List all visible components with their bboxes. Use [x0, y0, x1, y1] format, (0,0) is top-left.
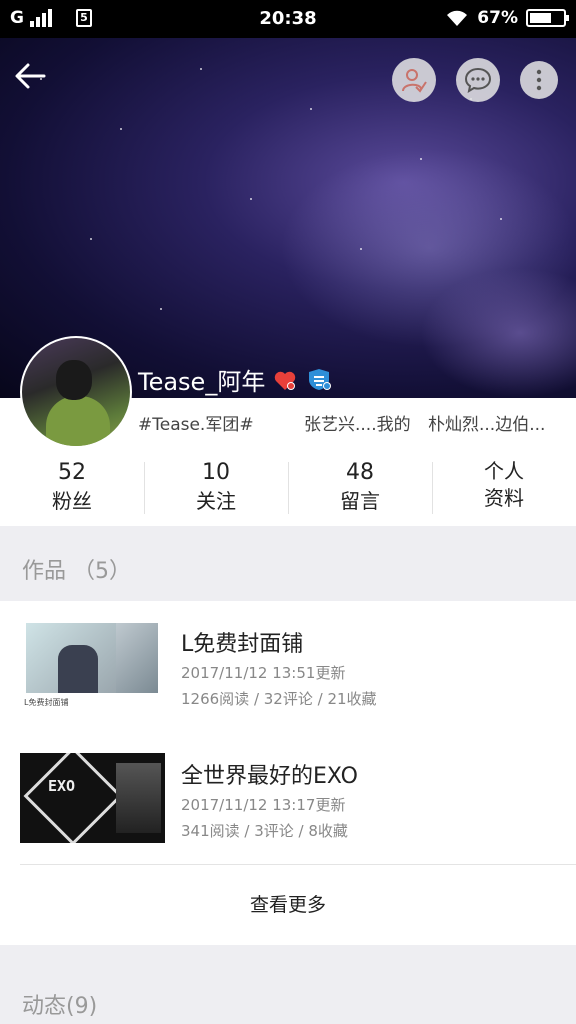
work-title: 全世界最好的EXO	[181, 764, 358, 789]
tag-list: #Tease.军团# 张艺兴....我的 朴灿烈...边伯...	[138, 410, 568, 435]
stat-label: 粉丝	[52, 489, 92, 513]
work-updated: 2017/11/12 13:51更新	[181, 664, 346, 682]
stat-label: 个人	[484, 459, 524, 483]
stat-label: 资料	[484, 486, 524, 510]
work-stats: 1266阅读 / 32评论 / 21收藏	[181, 690, 377, 708]
thumb-caption: L免费封面铺	[24, 698, 69, 707]
work-title: L免费封面铺	[181, 632, 304, 657]
tag-item[interactable]: 朴灿烈...边伯...	[428, 410, 545, 435]
works-list: L免费封面铺 L免费封面铺 2017/11/12 13:51更新 1266阅读 …	[0, 601, 576, 945]
works-section-title: 作品 （5）	[22, 559, 131, 584]
battery-percent: 67%	[477, 8, 518, 28]
stat-number: 52	[58, 460, 86, 485]
view-more-button[interactable]: 查看更多	[0, 865, 576, 945]
stat-number: 10	[202, 460, 230, 485]
status-bar: G 5 20:38 67%	[0, 0, 576, 38]
profile-stats: 52 粉丝 10 关注 48 留言 个人 资料	[0, 458, 576, 522]
avatar[interactable]	[20, 336, 132, 448]
stat-label: 关注	[196, 489, 236, 513]
stat-profile-info[interactable]: 个人 资料	[432, 458, 576, 522]
chat-bubble-icon	[464, 67, 492, 93]
tag-item[interactable]: 张艺兴....我的	[304, 410, 428, 435]
work-thumbnail: EXO	[20, 753, 165, 843]
wifi-icon	[447, 10, 468, 26]
heart-level-badge-icon	[275, 371, 296, 390]
battery-icon	[526, 9, 569, 27]
more-vertical-icon	[536, 69, 542, 91]
shield-badge-icon	[309, 368, 332, 390]
follow-user-icon	[402, 69, 427, 93]
back-arrow-icon[interactable]	[12, 58, 48, 94]
stat-messages[interactable]: 48 留言	[288, 458, 432, 522]
stat-following[interactable]: 10 关注	[144, 458, 288, 522]
follow-user-button[interactable]	[392, 58, 436, 102]
chat-button[interactable]	[456, 58, 500, 102]
list-item[interactable]: L免费封面铺 L免费封面铺 2017/11/12 13:51更新 1266阅读 …	[0, 601, 576, 721]
username: Tease_阿年	[138, 368, 266, 396]
stat-fans[interactable]: 52 粉丝	[0, 458, 144, 522]
work-updated: 2017/11/12 13:17更新	[181, 796, 346, 814]
more-button[interactable]	[520, 61, 558, 99]
activity-section-title: 动态(9)	[22, 994, 98, 1019]
tag-item[interactable]: #Tease.军团#	[138, 410, 304, 435]
list-item[interactable]: EXO 全世界最好的EXO 2017/11/12 13:17更新 341阅读 /…	[0, 732, 576, 852]
work-thumbnail: L免费封面铺	[20, 621, 165, 711]
stat-label: 留言	[340, 489, 380, 513]
thumb-caption: EXO	[48, 777, 76, 795]
work-stats: 341阅读 / 3评论 / 8收藏	[181, 822, 348, 840]
stat-number: 48	[346, 460, 374, 485]
